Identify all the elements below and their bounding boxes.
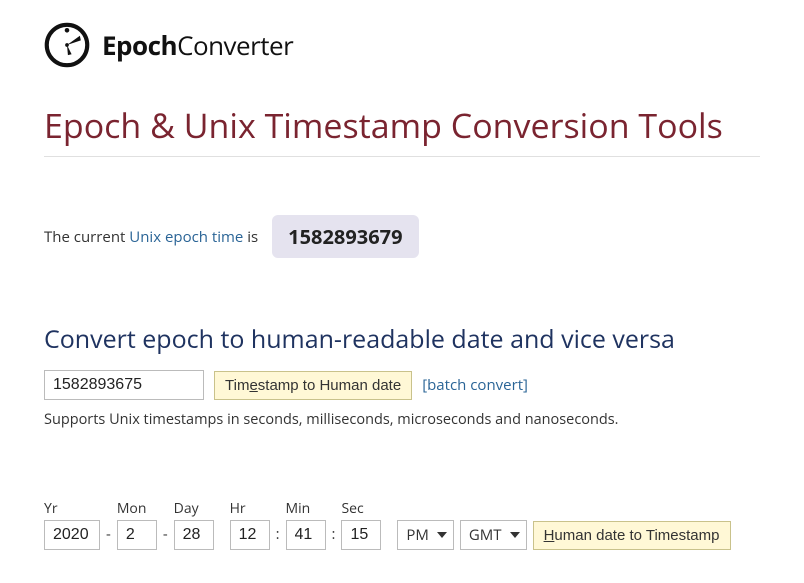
timezone-value: GMT [469, 525, 502, 545]
ampm-value: PM [406, 525, 429, 545]
current-epoch-value: 1582893679 [272, 215, 418, 258]
timestamp-help-text: Supports Unix timestamps in seconds, mil… [44, 410, 760, 429]
label-month: Mon [117, 499, 157, 518]
current-epoch-row: The current Unix epoch time is 158289367… [44, 215, 760, 258]
label-year: Yr [44, 499, 100, 518]
second-input[interactable] [341, 520, 381, 550]
month-input[interactable] [117, 520, 157, 550]
sep-dash: - [163, 524, 168, 550]
sep-dash: - [106, 524, 111, 550]
label-second: Sec [341, 499, 381, 518]
current-suffix: is [247, 227, 258, 247]
minute-input[interactable] [286, 520, 326, 550]
logo-text: EpochConverter [102, 27, 293, 63]
label-minute: Min [286, 499, 326, 518]
day-input[interactable] [174, 520, 214, 550]
human-date-form: Yr - Mon - Day Hr : Min : Sec PM GMT Hum… [44, 499, 760, 550]
sep-colon: : [276, 524, 280, 550]
sep-space [387, 524, 391, 550]
current-prefix: The current [44, 227, 129, 247]
unix-epoch-time-link[interactable]: Unix epoch time [129, 227, 243, 247]
sep-space [220, 524, 224, 550]
sep-colon: : [332, 524, 336, 550]
chevron-down-icon [510, 532, 520, 538]
timestamp-input[interactable] [44, 370, 204, 400]
batch-convert-link[interactable]: [batch convert] [422, 375, 528, 395]
year-input[interactable] [44, 520, 100, 550]
label-hour: Hr [230, 499, 270, 518]
page-title: Epoch & Unix Timestamp Conversion Tools [44, 102, 760, 148]
human-to-timestamp-button[interactable]: Human date to Timestamp [533, 521, 731, 550]
section-heading-convert: Convert epoch to human-readable date and… [44, 322, 760, 356]
timezone-select[interactable]: GMT [460, 520, 527, 550]
ampm-select[interactable]: PM [397, 520, 454, 550]
divider [44, 156, 760, 157]
hour-input[interactable] [230, 520, 270, 550]
chevron-down-icon [437, 532, 447, 538]
label-day: Day [174, 499, 214, 518]
clock-icon [44, 22, 90, 68]
site-logo[interactable]: EpochConverter [44, 22, 760, 68]
timestamp-to-human-button[interactable]: Timestamp to Human date [214, 371, 412, 400]
